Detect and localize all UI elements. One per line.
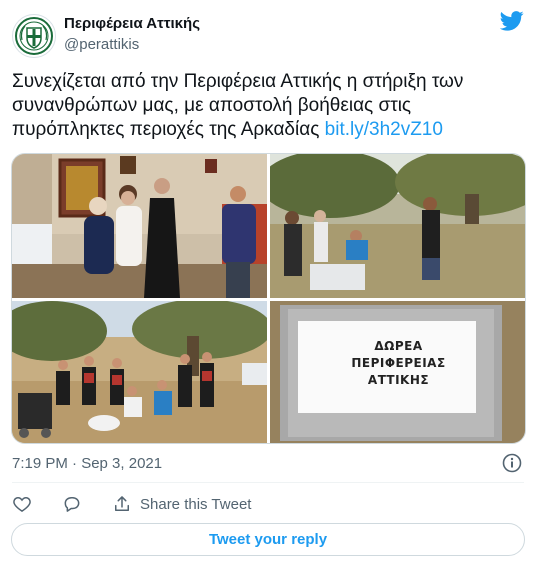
tweet-text-line: Συνεχίζεται από την Περιφέρεια Αττικής η… xyxy=(12,71,464,92)
tweet-timestamp[interactable]: 7:19 PM · Sep 3, 2021 xyxy=(12,455,162,472)
divider xyxy=(12,482,524,483)
sign-line-2: ΠΕΡΙΦΕΡΕΙΑΣ xyxy=(351,356,446,370)
author-avatar[interactable] xyxy=(12,14,56,58)
heart-icon xyxy=(13,496,31,512)
photo-group-outdoors[interactable] xyxy=(12,301,267,443)
author-display-name[interactable]: Περιφέρεια Αττικής xyxy=(64,15,200,32)
tweet-text-line: συνανθρώπων μας, με αποστολή βοήθειας στ… xyxy=(12,95,412,116)
share-label: Share this Tweet xyxy=(140,495,252,513)
speech-bubble-icon xyxy=(64,497,80,512)
reply-button[interactable] xyxy=(62,494,82,514)
tweet-link[interactable]: bit.ly/3h2vZ10 xyxy=(325,119,443,140)
photo-interior-group[interactable] xyxy=(12,154,267,298)
tweet-text: Συνεχίζεται από την Περιφέρεια Αττικής η… xyxy=(12,70,512,142)
author-handle[interactable]: @perattikis xyxy=(64,36,139,53)
tweet-text-segment: πυρόπληκτες περιοχές της Αρκαδίας xyxy=(12,119,325,140)
tweet-card: Περιφέρεια Αττικής @perattikis Συνεχίζετ… xyxy=(0,0,536,562)
twitter-bird-icon[interactable] xyxy=(500,11,524,31)
share-button[interactable]: Share this Tweet xyxy=(112,494,251,514)
tweet-your-reply-button[interactable]: Tweet your reply xyxy=(11,523,525,556)
region-attica-seal-icon xyxy=(15,17,53,55)
photo-donation-sign[interactable]: ΔΩΡΕΑ ΠΕΡΙΦΕΡΕΙΑΣ ΑΤΤΙΚΗΣ xyxy=(270,301,525,443)
share-icon xyxy=(115,496,129,511)
media-grid: ΔΩΡΕΑ ΠΕΡΙΦΕΡΕΙΑΣ ΑΤΤΙΚΗΣ xyxy=(11,153,526,444)
sign-line-1: ΔΩΡΕΑ xyxy=(374,339,423,353)
like-button[interactable] xyxy=(12,494,32,514)
action-bar: Share this Tweet xyxy=(12,492,251,516)
photo-outdoor-aid[interactable] xyxy=(270,154,525,298)
sign-line-3: ΑΤΤΙΚΗΣ xyxy=(367,373,430,387)
tweet-text-line: πυρόπληκτες περιοχές της Αρκαδίας bit.ly… xyxy=(12,118,512,142)
info-icon[interactable] xyxy=(502,453,522,473)
